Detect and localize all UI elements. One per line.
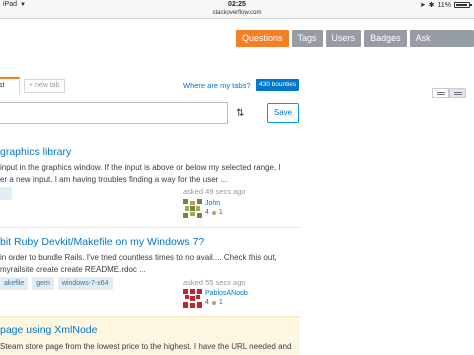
tag-list <box>0 187 12 200</box>
nav-badges-button[interactable]: Badges <box>364 30 407 47</box>
tag-list: akefile gem windows-7-x64 <box>0 277 113 290</box>
nav-tags-button[interactable]: Tags <box>291 30 323 47</box>
bronze-badge-icon <box>211 210 216 215</box>
reputation-score: 4 <box>205 209 209 216</box>
sort-arrows-icon[interactable]: ⇅ <box>236 108 244 119</box>
question-title[interactable]: graphics library <box>0 146 71 158</box>
url-bar[interactable]: stackoverflow.com <box>0 10 474 19</box>
save-button[interactable]: Save <box>267 103 299 123</box>
ask-question-button[interactable]: Ask Question <box>409 30 474 60</box>
status-right: ➤ ✱ 11% <box>419 1 472 9</box>
nav-users-button[interactable]: Users <box>325 30 362 47</box>
user-reputation: 4 1 <box>205 298 248 307</box>
question-title[interactable]: page using XmlNode <box>0 324 97 336</box>
user-reputation: 4 1 <box>205 208 223 217</box>
excerpt-line: er a new input. I am having troubles fin… <box>0 175 228 184</box>
question-excerpt: input in the graphics window. If the inp… <box>0 162 296 186</box>
new-tab-button[interactable]: + new tab <box>24 79 65 93</box>
question-excerpt: Steam store page from the lowest price t… <box>0 341 296 353</box>
battery-percent: 11% <box>437 1 452 9</box>
clock: 02:25 <box>228 1 246 8</box>
excerpt-line: Steam store page from the lowest price t… <box>0 342 292 351</box>
question-row: bit Ruby Devkit/Makefile on my Windows 7… <box>0 227 300 312</box>
user-details: John 4 1 <box>205 199 223 218</box>
tag[interactable]: windows-7-x64 <box>57 277 113 290</box>
identicon-avatar[interactable] <box>183 199 202 218</box>
identicon-avatar[interactable] <box>183 289 202 308</box>
user-details: PablosANoob 4 1 <box>205 289 248 308</box>
user-name[interactable]: John <box>205 199 223 208</box>
tag[interactable]: akefile <box>0 277 29 290</box>
location-icon: ➤ <box>419 2 426 9</box>
question-row: graphics library input in the graphics w… <box>0 133 300 227</box>
question-title[interactable]: bit Ruby Devkit/Makefile on my Windows 7… <box>0 236 204 248</box>
excerpt-line: myrailsite create create README.rdoc ... <box>0 265 146 274</box>
view-toggle <box>432 88 466 98</box>
compact-view-icon[interactable] <box>432 88 449 98</box>
battery-icon <box>454 2 472 8</box>
where-are-my-tabs-link[interactable]: Where are my tabs? <box>183 81 251 90</box>
list-view-icon[interactable] <box>449 88 466 98</box>
question-row-featured: page using XmlNode Steam store page from… <box>0 316 300 355</box>
bounties-badge[interactable]: 430 bounties <box>256 79 300 91</box>
tag[interactable] <box>0 187 12 200</box>
tab-current[interactable]: st <box>0 77 20 95</box>
asked-time: asked 49 secs ago <box>183 187 246 196</box>
asked-time: asked 55 secs ago <box>183 278 246 287</box>
top-nav: Questions Tags Users Badges Ask Question <box>236 30 474 60</box>
tag[interactable]: gem <box>32 277 54 290</box>
bronze-count: 1 <box>218 299 223 306</box>
nav-questions-button[interactable]: Questions <box>236 30 289 47</box>
user-card: PablosANoob 4 1 <box>183 289 248 308</box>
excerpt-line: in order to bundle Rails. I've tried cou… <box>0 253 277 262</box>
user-name[interactable]: PablosANoob <box>205 289 248 298</box>
question-excerpt: in order to bundle Rails. I've tried cou… <box>0 252 296 276</box>
tabs-row: st + new tab Where are my tabs? 430 boun… <box>0 77 474 98</box>
user-card: John 4 1 <box>183 199 223 218</box>
bluetooth-icon: ✱ <box>428 2 435 9</box>
bronze-badge-icon <box>211 300 216 305</box>
url-text: stackoverflow.com <box>212 10 262 16</box>
reputation-score: 4 <box>205 299 209 306</box>
tag-filter-input[interactable] <box>0 102 228 124</box>
status-bar: iPad ▼ 02:25 ➤ ✱ 11% <box>0 0 474 10</box>
bronze-count: 1 <box>218 209 223 216</box>
excerpt-line: input in the graphics window. If the inp… <box>0 163 281 172</box>
screen: iPad ▼ 02:25 ➤ ✱ 11% stackoverflow.com Q… <box>0 0 474 355</box>
